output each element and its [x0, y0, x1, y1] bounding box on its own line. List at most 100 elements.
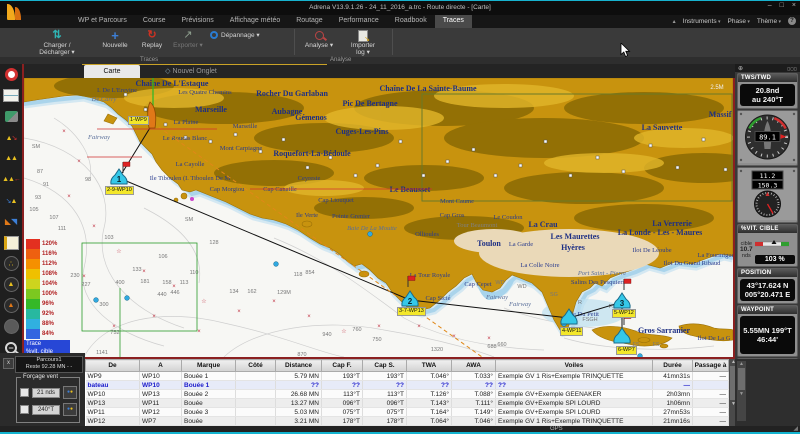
table-column-header[interactable]: AWA [452, 360, 496, 372]
depth-sounding: 227 [81, 282, 90, 288]
ribbon-tab[interactable]: Prévisions [173, 15, 221, 28]
panel-menu-icon[interactable]: ◻◻◻ [787, 66, 797, 71]
ribbon-tab[interactable]: Routage [288, 15, 330, 28]
zoom-marks-button[interactable]: ▲ [0, 274, 22, 295]
table-row[interactable]: bateauWP10Bouée 1 ???????? ????— [86, 381, 729, 390]
table-column-header[interactable]: Cap F. [322, 360, 363, 372]
app-logo-icon[interactable] [4, 2, 24, 25]
buoy-icon[interactable] [94, 298, 99, 303]
table-column-header[interactable]: Cap S. [363, 360, 407, 372]
nautical-chart[interactable]: 9810310611013312818115811340044044685411… [24, 78, 735, 359]
target-speed-value: 10.7 [740, 247, 753, 253]
charger-decharger-button[interactable]: ⇅ Charger /Décharger ▾ [24, 29, 90, 56]
table-column-header[interactable]: Passage à [693, 360, 729, 372]
legend-entry: 108% [26, 269, 57, 279]
mob-button[interactable] [0, 64, 22, 85]
table-row[interactable]: WP9WP10Bouée 1 5.79 MN193°T193°TT.046° T… [86, 372, 729, 381]
buoy-icon[interactable] [125, 296, 130, 301]
buoy-icon[interactable] [638, 354, 643, 357]
export-icon: ↗ [183, 29, 192, 41]
landmark-icon [724, 168, 727, 171]
wind-speed-checkbox[interactable] [20, 388, 29, 397]
ribbon-tab[interactable]: WP et Parcours [70, 15, 135, 28]
roadbook-button[interactable] [0, 232, 22, 253]
place-label: Le Beausset [390, 185, 431, 194]
close-button[interactable]: × [792, 2, 796, 9]
ribbon-tab[interactable]: Course [135, 15, 174, 28]
tws-twd-instrument[interactable]: TWS/TWD 20.8nd au 240°T [737, 73, 798, 109]
legend-color-chip [26, 249, 40, 259]
nouvelle-button[interactable]: + Nouvelle [96, 29, 134, 49]
sails-button[interactable]: ◣◥ [0, 211, 22, 232]
ribbon-menu-item[interactable]: Phase [728, 18, 750, 25]
zoom-route-button[interactable]: ∴ [0, 253, 22, 274]
seamark-icon: ☆ [116, 248, 121, 255]
table-column-header[interactable]: Distance [276, 360, 322, 372]
buoy-icon[interactable] [274, 262, 279, 267]
ribbon-menu-item[interactable]: Thème [757, 18, 781, 25]
legend-label: 108% [42, 271, 57, 277]
seamark-icon: × [62, 129, 66, 135]
table-row[interactable]: WP11WP12Bouée 3 5.03 MN075°T075°TT.164° … [86, 408, 729, 417]
table-row[interactable]: WP10WP13Bouée 2 26.68 MN113°T113°TT.126°… [86, 390, 729, 399]
route-edit-button[interactable]: ▲↘ [0, 127, 22, 148]
tab-nouvel-onglet[interactable]: ◇Nouvel Onglet [144, 65, 238, 78]
place-label: Ilot De La G [697, 335, 730, 342]
boat-options-button[interactable] [0, 106, 22, 127]
legend-entry: 96% [26, 299, 57, 309]
position-instrument[interactable]: POSITION 43°17.624 N 005°20.471 E [737, 268, 798, 304]
minimize-button[interactable]: – [768, 2, 772, 9]
waypoint-add-button[interactable]: ▲▲← [0, 169, 22, 190]
depth-sounding: 105 [29, 207, 38, 213]
table-column-header[interactable]: Marque [182, 360, 236, 372]
importer-log-button[interactable]: Importerlog ▾ [342, 29, 384, 56]
wind-dir-picker-button[interactable]: ●● [63, 403, 77, 416]
waypoints-button[interactable]: ▲▲ [0, 148, 22, 169]
exporter-button[interactable]: ↗ Exporter ▾ [170, 29, 206, 49]
depth-sounding: 1141 [96, 350, 108, 356]
target-speed-instrument[interactable]: %VIT. CIBLE cible 10.7 nds 103 % [737, 224, 798, 267]
table-column-header[interactable]: De [86, 360, 140, 372]
ribbon-tab[interactable]: Affichage météo [222, 15, 288, 28]
table-column-header[interactable]: TWA [407, 360, 452, 372]
ribbon-tab[interactable]: Traces [435, 15, 472, 28]
legend-label: 112% [42, 261, 57, 267]
wind-dir-field[interactable]: 240°T [32, 405, 60, 415]
ribbon-menu-item[interactable]: Instruments [683, 18, 721, 25]
table-row[interactable]: WP13WP11Bouée 13.27 MN096°T096°TT.143° T… [86, 399, 729, 408]
center-boat-button[interactable]: ▲ [0, 295, 22, 316]
waypoint-goto-button[interactable]: ↘▲ [0, 190, 22, 211]
seamark-icon: × [82, 274, 86, 280]
wind-dir-checkbox[interactable] [20, 405, 29, 414]
tab-carte[interactable]: Carte [84, 65, 140, 78]
depth-sounding: SM [32, 144, 41, 150]
table-column-header[interactable]: A [140, 360, 182, 372]
buoy-icon[interactable] [368, 232, 373, 237]
analyse-button[interactable]: Analyse ▾ [300, 29, 338, 49]
table-row[interactable]: WP12WP7Bouée 3.21 MN178°T178°TT.064° T.0… [86, 417, 729, 426]
table-column-header[interactable]: Côté [236, 360, 276, 372]
depannage-button[interactable]: Dépannage ▾ [210, 31, 260, 39]
help-icon[interactable]: ? [788, 17, 796, 25]
ribbon-tab[interactable]: Roadbook [387, 15, 435, 28]
panel-settings-icon[interactable]: ⊕ [738, 65, 743, 72]
table-column-header[interactable]: Voiles [496, 360, 653, 372]
waypoint-instrument[interactable]: WAYPOINT 5.55MN 199°T 46:44' [737, 305, 798, 357]
right-scrollbar[interactable]: ▲▼ [737, 361, 746, 421]
replay-button[interactable]: ↻ Replay [136, 29, 168, 49]
pan-button[interactable] [0, 316, 22, 337]
compass-speed-gauge[interactable]: 11.2 150.3 [737, 167, 798, 223]
chart-select-button[interactable] [0, 85, 22, 106]
table-column-header[interactable]: Durée [653, 360, 693, 372]
wind-angle-gauge[interactable]: 89.1 [737, 110, 798, 166]
maximize-button[interactable]: □ [780, 2, 784, 9]
wind-speed-picker-button[interactable]: ●● [63, 386, 77, 399]
ribbon-tab[interactable]: Performance [331, 15, 387, 28]
collapse-ribbon-icon[interactable]: ▴ [673, 18, 676, 25]
route-table[interactable]: DeAMarqueCôtéDistanceCap F.Cap S.TWAAWAV… [85, 359, 729, 426]
wind-speed-field[interactable]: 21 nds [32, 388, 60, 398]
landmark-icon [472, 148, 475, 151]
boat-icon [5, 111, 18, 122]
parcours-close-button[interactable]: x [3, 358, 14, 369]
title-bar: Adrena V13.9.1.26 - 24_11_2016_a.trc - R… [0, 1, 800, 15]
